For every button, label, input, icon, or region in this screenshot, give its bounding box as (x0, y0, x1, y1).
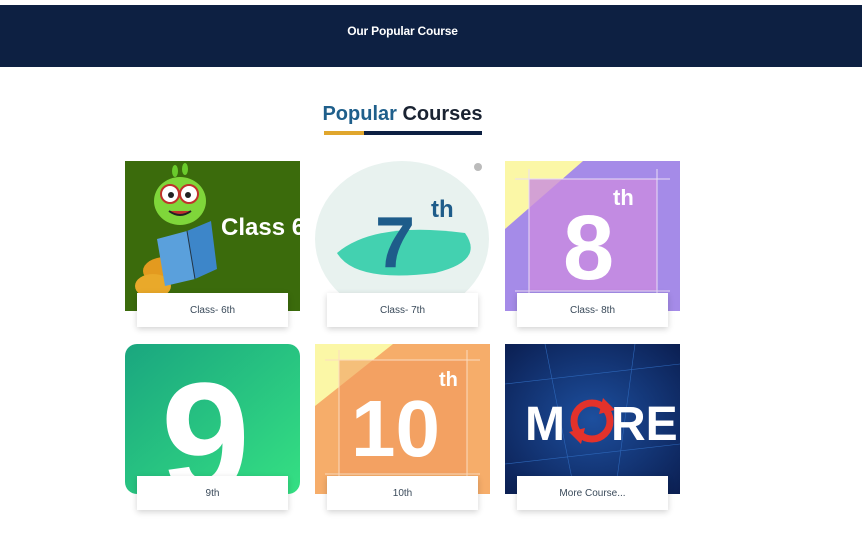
course-thumbnail[interactable]: 7 th (315, 161, 490, 311)
course-thumbnail[interactable]: 8 th (505, 161, 680, 311)
nine-thumb-number: 9 (161, 349, 250, 494)
course-label[interactable]: 10th (327, 476, 478, 510)
course-thumbnail[interactable]: Class 6 (125, 161, 300, 311)
course-label[interactable]: Class- 6th (137, 293, 288, 327)
title-underline (324, 131, 482, 135)
seven-thumb-suffix: th (431, 196, 454, 223)
ten-thumb-number: 10 (351, 384, 440, 473)
more-thumb-text-b: RE (611, 398, 678, 451)
section-title: Popular Courses (0, 103, 805, 126)
eight-thumb-number: 8 (563, 197, 614, 299)
course-thumbnail[interactable]: 10 th (315, 344, 490, 494)
course-card-more[interactable]: M RE More Course... (505, 344, 680, 510)
section-title-accent: Popular (322, 103, 397, 125)
course-label[interactable]: Class- 7th (327, 293, 478, 327)
course-card-class-6[interactable]: Class 6 Class- 6th (125, 161, 300, 327)
course-card-class-8[interactable]: 8 th Class- 8th (505, 161, 680, 327)
section-title-rest: Courses (402, 103, 483, 125)
ten-thumb-suffix: th (439, 369, 458, 391)
banner-title: Our Popular Course (347, 24, 458, 38)
more-thumb-text-a: M (525, 398, 565, 451)
course-label[interactable]: Class- 8th (517, 293, 668, 327)
course-label[interactable]: 9th (137, 476, 288, 510)
course-thumbnail[interactable]: 9 (125, 344, 300, 494)
course-label[interactable]: More Course... (517, 476, 668, 510)
seven-thumb-number: 7 (375, 203, 415, 283)
course-card-class-7[interactable]: 7 th Class- 7th (315, 161, 490, 327)
course-thumbnail[interactable]: M RE (505, 344, 680, 494)
course-card-class-10[interactable]: 10 th 10th (315, 344, 490, 510)
class-6-thumb-text: Class 6 (221, 214, 300, 241)
course-card-class-9[interactable]: 9 9th (125, 344, 300, 510)
eight-thumb-suffix: th (613, 185, 634, 210)
top-banner: Our Popular Course (0, 0, 862, 67)
